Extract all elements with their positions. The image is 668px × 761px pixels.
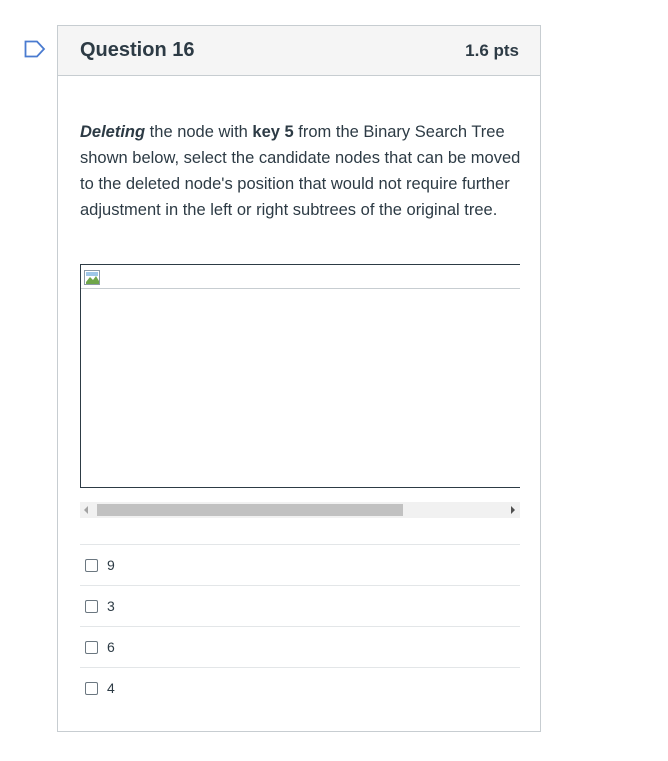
question-text: Deleting the node with key 5 from the Bi… — [80, 119, 522, 223]
answer-label: 9 — [107, 557, 115, 573]
answer-checkbox[interactable] — [85, 640, 98, 654]
answer-option[interactable]: 3 — [80, 585, 520, 626]
answer-label: 3 — [107, 598, 115, 614]
question-points: 1.6 pts — [465, 40, 519, 60]
tree-image-frame — [80, 264, 520, 488]
answer-label: 6 — [107, 639, 115, 655]
answer-checkbox[interactable] — [85, 599, 98, 613]
answer-label: 4 — [107, 680, 115, 696]
answer-option[interactable]: 9 — [80, 544, 520, 585]
question-text-key: key 5 — [252, 123, 294, 141]
question-text-emphasis: Deleting — [80, 123, 146, 141]
answer-option[interactable]: 6 — [80, 626, 520, 667]
horizontal-scrollbar[interactable] — [80, 502, 520, 518]
answer-list: 9 3 6 4 — [80, 544, 520, 708]
image-divider — [81, 288, 520, 289]
scroll-left-arrow-icon[interactable] — [84, 506, 88, 514]
answer-option[interactable]: 4 — [80, 667, 520, 708]
scroll-right-arrow-icon[interactable] — [511, 506, 515, 514]
question-text-part1: the node with — [145, 123, 253, 141]
question-card: Question 16 1.6 pts Deleting the node wi… — [57, 25, 541, 732]
scroll-thumb[interactable] — [97, 504, 403, 516]
flag-question-icon[interactable] — [24, 40, 46, 58]
answer-checkbox[interactable] — [85, 681, 98, 695]
answer-checkbox[interactable] — [85, 558, 98, 572]
broken-image-icon — [84, 270, 100, 285]
question-header: Question 16 1.6 pts — [58, 26, 540, 76]
question-title: Question 16 — [80, 39, 195, 61]
